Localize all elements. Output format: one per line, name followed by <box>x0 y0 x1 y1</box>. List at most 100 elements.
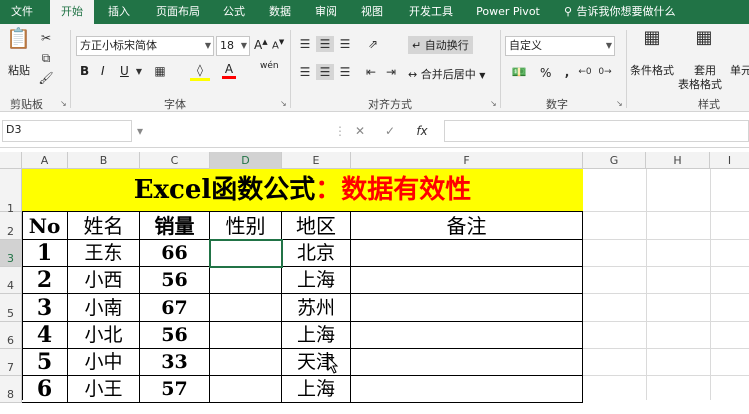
cell-gender[interactable] <box>210 322 282 349</box>
cancel-icon[interactable]: ✕ <box>350 123 370 139</box>
name-box[interactable]: D3 <box>2 120 132 142</box>
header-cell-region[interactable]: 地区 <box>282 212 351 240</box>
cell-region[interactable]: 上海 <box>282 267 351 294</box>
increase-decimal-icon[interactable]: ←0 <box>576 64 594 80</box>
fill-color-icon[interactable]: ◊ <box>190 62 210 81</box>
header-cell-name[interactable]: 姓名 <box>68 212 140 240</box>
bold-button[interactable]: B <box>80 64 89 78</box>
font-size-select[interactable]: 18 ▼ <box>216 36 250 56</box>
cell-no[interactable]: 6 <box>22 376 68 403</box>
cell-gender[interactable] <box>210 349 282 376</box>
tab-file[interactable]: 文件 <box>0 0 44 24</box>
cell-note[interactable] <box>351 294 583 322</box>
row-header[interactable]: 6 <box>0 322 22 349</box>
row-header[interactable]: 2 <box>0 212 22 240</box>
column-header[interactable]: G <box>583 152 646 169</box>
paste-button[interactable]: 粘贴 <box>8 62 30 78</box>
currency-icon[interactable]: 💵 <box>508 64 530 80</box>
column-header[interactable]: E <box>282 152 351 169</box>
tab-insert[interactable]: 插入 <box>100 0 138 24</box>
increase-indent-icon[interactable]: ⇥ <box>382 64 400 80</box>
header-cell-gender[interactable]: 性别 <box>210 212 282 240</box>
format-painter-icon[interactable]: 🖌 <box>38 70 54 86</box>
align-center-icon[interactable]: ☰ <box>316 64 334 80</box>
column-header[interactable]: D <box>210 152 282 169</box>
column-header[interactable]: I <box>710 152 749 169</box>
cell-name[interactable]: 小王 <box>68 376 140 403</box>
cell-note[interactable] <box>351 267 583 294</box>
row-header[interactable]: 4 <box>0 267 22 294</box>
cell-region[interactable]: 上海 <box>282 376 351 403</box>
decrease-indent-icon[interactable]: ⇤ <box>362 64 380 80</box>
number-launcher-icon[interactable]: ↘ <box>616 99 623 108</box>
cell-sales[interactable]: 33 <box>140 349 210 376</box>
font-decrease-button[interactable]: A▼ <box>272 38 284 51</box>
cell-name[interactable]: 小南 <box>68 294 140 322</box>
sheet-title-cell[interactable]: Excel函数公式：数据有效性 <box>22 169 583 212</box>
tab-power-pivot[interactable]: Power Pivot <box>470 0 546 24</box>
paste-icon[interactable]: 📋 <box>6 28 31 56</box>
merge-center-button[interactable]: ↔ 合并后居中 ▼ <box>408 66 485 82</box>
cell-gender[interactable] <box>210 376 282 403</box>
align-bottom-icon[interactable]: ☰ <box>336 36 354 52</box>
cell-sales[interactable]: 66 <box>140 240 210 267</box>
table-format-button-line2[interactable]: 表格格式 <box>678 76 722 92</box>
clipboard-launcher-icon[interactable]: ↘ <box>60 99 67 108</box>
tab-developer[interactable]: 开发工具 <box>400 0 462 24</box>
tab-page-layout[interactable]: 页面布局 <box>146 0 210 24</box>
table-format-icon[interactable]: ▦ <box>692 29 716 56</box>
cell-sales[interactable]: 57 <box>140 376 210 403</box>
cell-region[interactable]: 上海 <box>282 322 351 349</box>
borders-icon[interactable]: ▦ <box>150 63 170 79</box>
header-cell-sales[interactable]: 销量 <box>140 212 210 240</box>
tab-view[interactable]: 视图 <box>354 0 390 24</box>
font-launcher-icon[interactable]: ↘ <box>280 99 287 108</box>
wrap-text-button[interactable]: ↵ 自动换行 <box>408 36 473 54</box>
cell-note[interactable] <box>351 240 583 267</box>
enter-icon[interactable]: ✓ <box>380 123 400 139</box>
align-middle-icon[interactable]: ☰ <box>316 36 334 52</box>
cell-name[interactable]: 王东 <box>68 240 140 267</box>
cell-no[interactable]: 3 <box>22 294 68 322</box>
cell-region[interactable]: 苏州 <box>282 294 351 322</box>
align-left-icon[interactable]: ☰ <box>296 64 314 80</box>
cell-name[interactable]: 小中 <box>68 349 140 376</box>
cell-styles-button[interactable]: 单元 <box>730 62 749 78</box>
alignment-launcher-icon[interactable]: ↘ <box>490 99 497 108</box>
percent-button[interactable]: % <box>540 66 551 80</box>
cell-gender[interactable] <box>210 267 282 294</box>
cell-sales[interactable]: 56 <box>140 322 210 349</box>
header-cell-note[interactable]: 备注 <box>351 212 583 240</box>
fx-button[interactable]: fx <box>412 123 432 139</box>
phonetic-button[interactable]: wén <box>260 61 279 71</box>
align-right-icon[interactable]: ☰ <box>336 64 354 80</box>
row-header[interactable]: 7 <box>0 349 22 376</box>
cell-gender[interactable] <box>210 294 282 322</box>
cell-no[interactable]: 2 <box>22 267 68 294</box>
formula-input[interactable] <box>444 120 749 142</box>
font-name-select[interactable]: 方正小标宋简体 ▼ <box>76 36 214 56</box>
chevron-down-icon[interactable]: ▼ <box>134 64 144 80</box>
row-header[interactable]: 8 <box>0 376 22 403</box>
cell-note[interactable] <box>351 349 583 376</box>
tab-formulas[interactable]: 公式 <box>216 0 252 24</box>
cell-sales[interactable]: 67 <box>140 294 210 322</box>
cell-region[interactable]: 北京 <box>282 240 351 267</box>
tab-data[interactable]: 数据 <box>262 0 298 24</box>
tab-review[interactable]: 审阅 <box>308 0 344 24</box>
cell-no[interactable]: 4 <box>22 322 68 349</box>
row-header[interactable]: 3 <box>0 240 22 267</box>
tell-me-box[interactable]: 告诉我你想要做什么 <box>576 0 676 24</box>
decrease-decimal-icon[interactable]: 0→ <box>596 64 614 80</box>
cell-note[interactable] <box>351 322 583 349</box>
cell-name[interactable]: 小北 <box>68 322 140 349</box>
font-color-button[interactable]: A <box>222 62 236 79</box>
column-header[interactable]: A <box>22 152 68 169</box>
cell-sales[interactable]: 56 <box>140 267 210 294</box>
select-all-corner[interactable] <box>0 152 22 169</box>
cell-no[interactable]: 5 <box>22 349 68 376</box>
underline-button[interactable]: U <box>120 64 129 78</box>
number-format-select[interactable]: 自定义 ▼ <box>505 36 615 56</box>
font-increase-button[interactable]: A▲ <box>254 38 268 52</box>
column-header[interactable]: B <box>68 152 140 169</box>
